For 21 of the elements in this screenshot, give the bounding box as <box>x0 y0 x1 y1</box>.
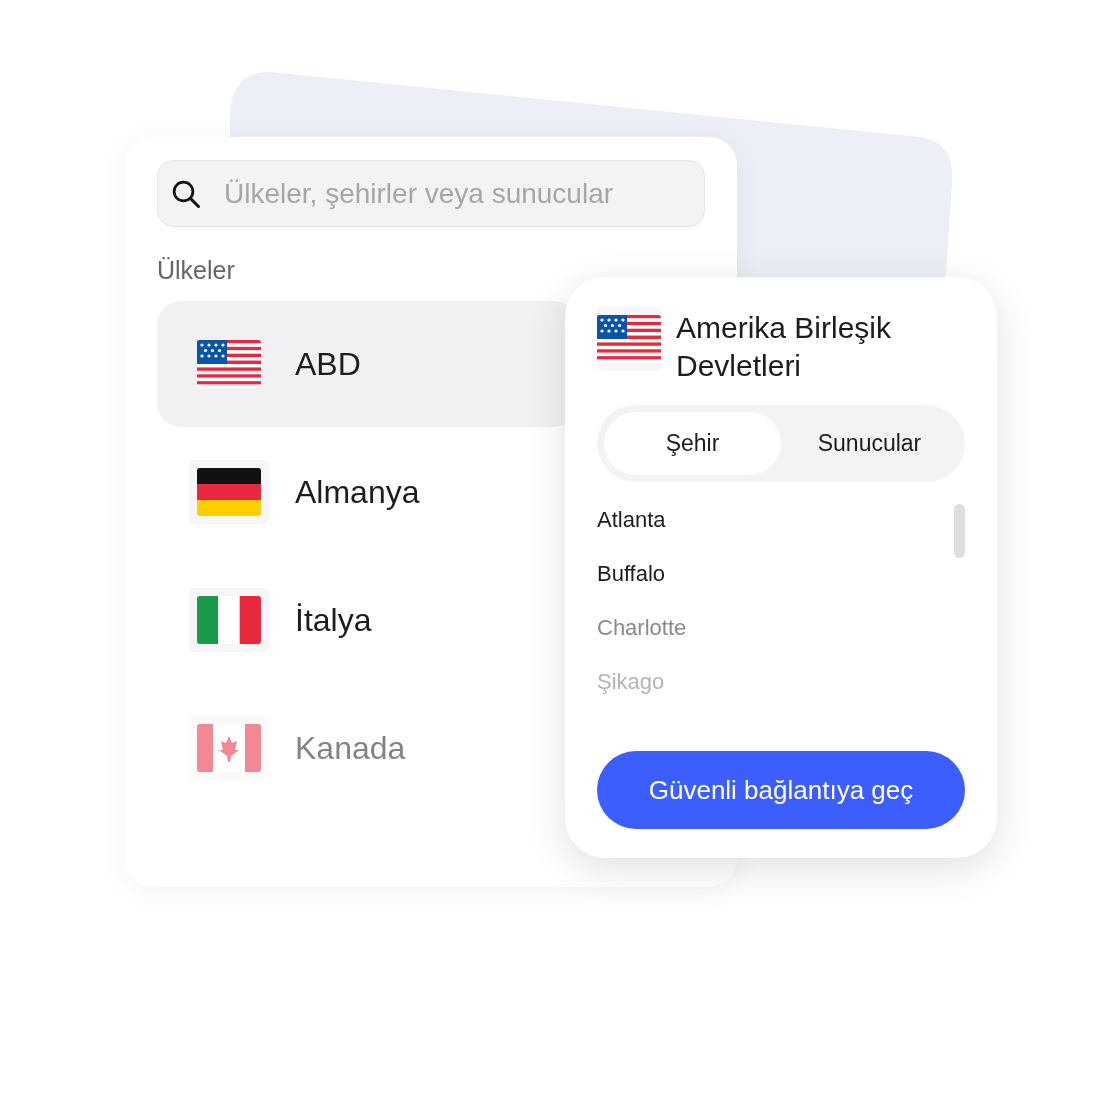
country-item[interactable]: Kanada <box>157 685 577 811</box>
flag-icon <box>197 340 261 388</box>
flag-icon <box>197 724 261 772</box>
country-title: Amerika Birleşik Devletleri <box>676 310 893 384</box>
country-item[interactable]: İtalya <box>157 557 577 683</box>
country-name: İtalya <box>295 601 372 639</box>
search-field[interactable]: Ülkeler, şehirler veya sunucular <box>157 160 705 227</box>
tab[interactable]: Şehir <box>604 412 781 475</box>
tab[interactable]: Sunucular <box>781 412 958 475</box>
flag-icon <box>197 596 261 644</box>
scrollbar-thumb[interactable] <box>954 504 965 558</box>
city-item[interactable]: Atlanta <box>597 500 666 554</box>
flag-icon <box>197 468 261 516</box>
connect-button[interactable]: Güvenli bağlantıya geç <box>597 751 965 829</box>
country-name: Kanada <box>295 729 406 767</box>
city-item[interactable]: Buffalo <box>597 554 666 608</box>
country-item[interactable]: Almanya <box>157 429 577 555</box>
section-label: Ülkeler <box>157 256 236 285</box>
country-name: Almanya <box>295 473 420 511</box>
country-name: ABD <box>295 345 361 383</box>
search-icon <box>171 179 201 209</box>
